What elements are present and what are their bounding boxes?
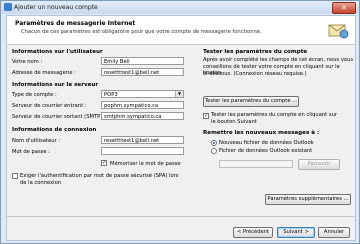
name-input[interactable]: Emily Bell bbox=[101, 57, 184, 65]
auto-test-label-line2: le bouton Suivant bbox=[211, 119, 257, 125]
remember-password-label: Mémoriser le mot de passe bbox=[110, 161, 181, 167]
auto-test-label-line1: Tester les paramètres du compte en cliqu… bbox=[211, 112, 337, 118]
title-bar: Ajouter un nouveau compte ✕ bbox=[1, 1, 359, 14]
mail-settings-icon bbox=[328, 24, 349, 39]
new-data-file-radio[interactable] bbox=[211, 140, 217, 146]
next-button[interactable]: Suivant > bbox=[277, 227, 315, 238]
footer-divider bbox=[7, 216, 355, 217]
password-input[interactable] bbox=[101, 147, 184, 155]
close-button[interactable]: ✕ bbox=[332, 2, 356, 14]
name-label: Votre nom : bbox=[12, 59, 43, 65]
account-type-label: Type de compte : bbox=[12, 92, 57, 98]
password-label: Mot de passe : bbox=[12, 149, 50, 155]
dialog-window: Ajouter un nouveau compte ✕ Paramètres d… bbox=[0, 0, 360, 244]
outgoing-server-label: Serveur de courrier sortant (SMTP) : bbox=[12, 114, 106, 120]
auto-test-checkbox[interactable]: ✓ bbox=[203, 113, 209, 119]
test-account-button[interactable]: Tester les paramètres du compte ... bbox=[203, 96, 299, 107]
email-label: Adresse de messagerie : bbox=[12, 70, 76, 76]
browse-button[interactable]: Parcourir bbox=[298, 159, 340, 170]
remember-password-checkbox[interactable]: ✓ bbox=[101, 160, 107, 166]
server-info-heading: Informations sur le serveur bbox=[12, 82, 99, 88]
dialog-header: Paramètres de messagerie Internet Chacun… bbox=[7, 16, 355, 45]
window-title: Ajouter un nouveau compte bbox=[14, 4, 98, 11]
outgoing-server-input[interactable]: smtphm.sympatico.ca bbox=[101, 112, 184, 120]
test-desc-line1: Après avoir complété les champs de cet é… bbox=[203, 57, 354, 63]
new-data-file-label: Nouveau fichier de données Outlook bbox=[219, 140, 314, 146]
dialog-body: Paramètres de messagerie Internet Chacun… bbox=[6, 15, 356, 241]
test-heading: Tester les paramètres du compte bbox=[203, 49, 308, 55]
user-info-heading: Informations sur l'utilisateur bbox=[12, 49, 103, 55]
existing-data-file-path bbox=[219, 160, 293, 168]
username-label: Nom d'utilisateur : bbox=[12, 138, 61, 144]
account-type-select[interactable]: POP3 ▼ bbox=[101, 90, 184, 98]
spa-checkbox[interactable] bbox=[12, 173, 18, 179]
email-input[interactable]: resettttest1@bell.net bbox=[101, 68, 184, 76]
incoming-server-label: Serveur de courrier entrant : bbox=[12, 103, 87, 109]
spa-label-line2: de la connexion bbox=[20, 180, 62, 186]
cancel-button[interactable]: Annuler bbox=[318, 227, 350, 238]
chevron-down-icon: ▼ bbox=[175, 91, 183, 97]
delivery-heading: Remettre les nouveaux messages à : bbox=[203, 130, 320, 136]
spa-label-line1: Exiger l'authentification par mot de pas… bbox=[20, 173, 179, 179]
existing-data-file-label: Fichier de données Outlook existant bbox=[219, 148, 313, 154]
login-info-heading: Informations de connexion bbox=[12, 127, 97, 133]
header-title: Paramètres de messagerie Internet bbox=[15, 20, 136, 27]
more-settings-button[interactable]: Paramètres supplémentaires ... bbox=[265, 194, 351, 205]
mail-icon bbox=[4, 3, 12, 11]
incoming-server-input[interactable]: pophm.sympatico.ca bbox=[101, 101, 184, 109]
existing-data-file-radio[interactable] bbox=[211, 148, 217, 154]
back-button[interactable]: < Précédent bbox=[233, 227, 273, 238]
account-type-value: POP3 bbox=[104, 92, 118, 98]
header-subtitle: Chacun de ces paramètres est obligatoire… bbox=[21, 29, 262, 35]
username-input[interactable]: resettttest1@bell.net bbox=[101, 136, 184, 144]
test-desc-line3: ci-dessous. (Connexion réseau requise.) bbox=[203, 71, 307, 77]
